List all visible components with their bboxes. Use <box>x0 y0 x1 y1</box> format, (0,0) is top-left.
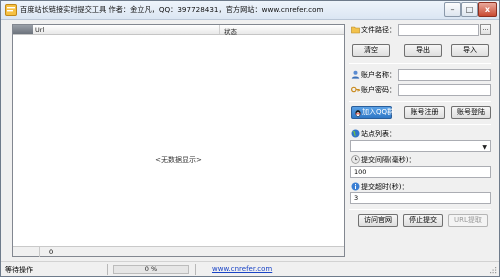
timeout-input[interactable]: 3 <box>350 192 491 204</box>
divider <box>349 63 491 64</box>
account-name-label: 账户名称： <box>361 71 396 79</box>
login-button[interactable]: 账号登陆 <box>451 106 491 119</box>
account-name-input[interactable] <box>398 69 491 81</box>
clock-icon <box>351 155 360 164</box>
list-header-corner <box>13 25 33 34</box>
url-list[interactable]: Url 状态 <无数据显示> 0 <box>12 24 345 257</box>
row-count: 0 <box>49 248 54 256</box>
status-divider <box>107 264 108 275</box>
interval-input[interactable]: 100 <box>350 166 491 178</box>
list-header: Url 状态 <box>13 25 344 36</box>
clear-button[interactable]: 清空 <box>352 44 390 57</box>
url-extract-button[interactable]: URL提取 <box>448 214 488 227</box>
maximize-button[interactable]: □ <box>461 2 478 17</box>
key-icon <box>351 86 360 93</box>
website-link[interactable]: www.cnrefer.com <box>212 265 272 273</box>
timeout-label: 提交超时(秒)： <box>361 183 409 191</box>
visit-website-button[interactable]: 访问官网 <box>358 214 398 227</box>
account-password-label: 账户密码： <box>361 86 396 94</box>
join-qq-group-label: 加入QQ群 <box>362 108 395 116</box>
file-path-label: 文件路径： <box>361 26 396 34</box>
account-password-input[interactable] <box>398 84 491 96</box>
column-header-status[interactable]: 状态 <box>224 26 237 36</box>
resize-grip-icon[interactable] <box>488 266 497 275</box>
import-button[interactable]: 导入 <box>451 44 489 57</box>
interval-label: 提交间隔(毫秒)： <box>361 156 416 164</box>
user-icon <box>351 70 360 79</box>
file-path-input[interactable] <box>398 24 479 36</box>
divider <box>349 124 491 125</box>
divider <box>349 209 491 210</box>
minimize-button[interactable]: – <box>444 2 461 17</box>
qq-icon <box>355 110 361 117</box>
site-list-label: 站点列表： <box>361 130 396 138</box>
progress-text: 0 % <box>144 265 158 273</box>
status-divider <box>195 264 196 275</box>
title-bar: 百度站长链接实时提交工具 作者：金立凡，QQ：397728431，官方网站：ww… <box>1 1 499 20</box>
footer-divider <box>39 247 40 257</box>
folder-icon <box>351 26 360 34</box>
empty-message: <无数据显示> <box>155 156 202 164</box>
app-icon <box>5 4 17 16</box>
stop-submit-button[interactable]: 停止提交 <box>403 214 443 227</box>
site-list-dropdown[interactable]: ▼ <box>350 140 491 152</box>
column-header-url[interactable]: Url <box>35 26 44 34</box>
list-footer: 0 <box>13 246 344 257</box>
status-bar: 等待操作 0 % www.cnrefer.com <box>1 261 499 276</box>
progress-bar: 0 % <box>113 265 189 274</box>
export-button[interactable]: 导出 <box>404 44 442 57</box>
info-icon <box>351 182 360 191</box>
close-button[interactable]: x <box>478 2 497 17</box>
browse-button[interactable]: ... <box>480 24 491 35</box>
window-title: 百度站长链接实时提交工具 作者：金立凡，QQ：397728431，官方网站：ww… <box>20 5 324 14</box>
register-button[interactable]: 账号注册 <box>404 106 445 119</box>
divider <box>349 101 491 102</box>
app-window: 百度站长链接实时提交工具 作者：金立凡，QQ：397728431，官方网站：ww… <box>0 0 500 277</box>
chevron-down-icon: ▼ <box>482 144 487 151</box>
globe-icon <box>351 129 360 138</box>
column-divider[interactable] <box>219 25 220 34</box>
join-qq-group-button[interactable]: 加入QQ群 <box>351 106 395 119</box>
status-text: 等待操作 <box>5 266 33 274</box>
